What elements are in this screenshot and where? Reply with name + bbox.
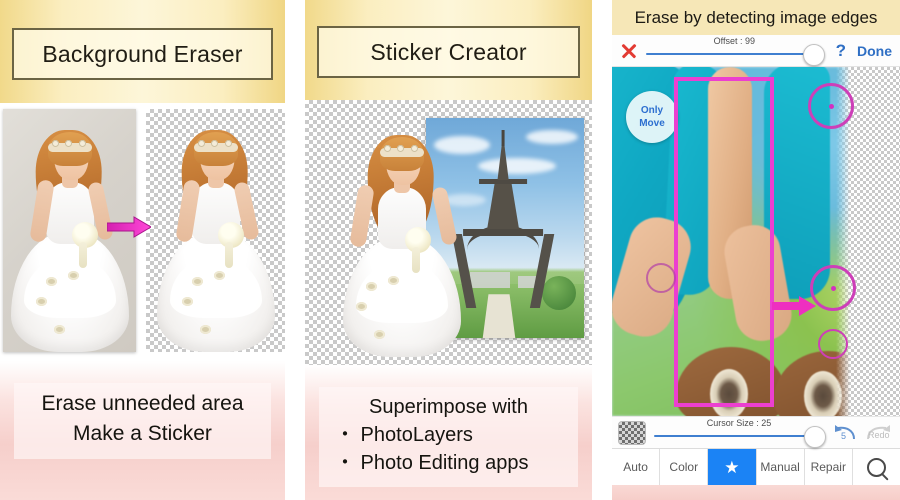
tab-manual-label: Manual <box>760 460 800 474</box>
panel1-caption: Erase unneeded area Make a Sticker <box>14 383 271 459</box>
panel3-header-text: Erase by detecting image edges <box>634 7 878 27</box>
cursor-ring-left <box>646 263 676 293</box>
cursor-size-bar: Cursor Size : 25 5 Redo <box>612 416 900 448</box>
only-move-badge[interactable]: Only Move <box>626 91 678 143</box>
caption-line: Erase unneeded area <box>41 392 244 415</box>
bottom-tab-bar: Auto Color ★ Manual Repair <box>612 448 900 485</box>
cursor-size-knob[interactable] <box>804 425 826 448</box>
star-icon: ★ <box>724 457 740 477</box>
help-button[interactable]: ? <box>832 41 850 61</box>
bride-cutout <box>327 107 477 357</box>
panel-divider <box>592 0 612 500</box>
only-move-line1: Only <box>640 105 664 116</box>
panel1-body <box>0 103 285 361</box>
cursor-size-slider[interactable]: Cursor Size : 25 <box>652 417 826 448</box>
panel-app-screen: Erase by detecting image edges Offset : … <box>612 0 900 500</box>
cursor-ring-small <box>818 329 848 359</box>
panel-divider <box>285 0 305 500</box>
panel2-body <box>305 100 592 365</box>
top-toolbar: Offset : 99 ? Done <box>612 35 900 67</box>
page-title: Sticker Creator <box>370 38 527 65</box>
edit-canvas[interactable]: Only Move <box>612 67 900 416</box>
undo-count: 5 <box>841 430 847 441</box>
panel1-title-box: Background Eraser <box>12 28 273 80</box>
offset-slider[interactable]: Offset : 99 <box>644 35 825 66</box>
magnifier-icon <box>866 457 886 477</box>
cursor-ring-top <box>808 83 854 129</box>
panel2-title-box: Sticker Creator <box>317 26 580 78</box>
composite-scene <box>309 104 588 361</box>
panel1-header: Background Eraser <box>0 0 285 103</box>
caption-line: ・ PhotoLayers <box>335 424 473 446</box>
selection-rectangle[interactable] <box>674 77 774 407</box>
panel-sticker-creator: Sticker Creator Superimpose with ・ Photo… <box>305 0 592 500</box>
offset-slider-label: Offset : 99 <box>713 35 755 46</box>
tab-auto-label: Auto <box>623 460 648 474</box>
tab-repair-label: Repair <box>810 460 846 474</box>
caption-line: Superimpose with <box>369 396 528 418</box>
panel2-caption: Superimpose with ・ PhotoLayers ・ Photo E… <box>319 387 578 487</box>
bride-illustration-after <box>156 116 276 352</box>
undo-button[interactable]: 5 <box>832 421 858 445</box>
panel2-caption-area: Superimpose with ・ PhotoLayers ・ Photo E… <box>305 365 592 500</box>
cursor-size-track <box>654 434 812 437</box>
page-title: Background Eraser <box>42 40 243 67</box>
cursor-ring-mid <box>810 265 856 311</box>
close-x-icon[interactable] <box>620 42 637 59</box>
redo-label: Redo <box>868 429 890 440</box>
panel2-header: Sticker Creator <box>305 0 592 100</box>
tab-color[interactable]: Color <box>660 449 709 485</box>
caption-line: Make a Sticker <box>73 422 212 445</box>
after-photo <box>146 109 285 352</box>
panel-background-eraser: Background Eraser Erase unneeded area Ma… <box>0 0 285 500</box>
transform-arrow-icon <box>107 216 151 238</box>
tab-zoom[interactable] <box>853 449 900 485</box>
done-button[interactable]: Done <box>857 43 892 59</box>
move-arrow-icon <box>772 296 816 316</box>
panel1-caption-area: Erase unneeded area Make a Sticker <box>0 361 285 500</box>
cursor-size-label: Cursor Size : 25 <box>706 417 772 428</box>
redo-button[interactable]: Redo <box>864 421 894 445</box>
transparency-swatch[interactable] <box>618 420 646 445</box>
screenshot-root: Background Eraser Erase unneeded area Ma… <box>0 0 900 500</box>
offset-slider-track <box>646 52 811 55</box>
tab-manual[interactable]: Manual <box>757 449 805 485</box>
tab-color-label: Color <box>669 460 699 474</box>
tab-repair[interactable]: Repair <box>805 449 853 485</box>
panel3-header: Erase by detecting image edges <box>612 0 900 35</box>
tab-auto[interactable]: Auto <box>612 449 661 485</box>
offset-slider-knob[interactable] <box>802 43 825 66</box>
tab-favorite[interactable]: ★ <box>708 449 757 485</box>
caption-line: ・ Photo Editing apps <box>335 452 529 474</box>
panel3-footer <box>612 485 900 500</box>
only-move-line2: Move <box>639 118 665 129</box>
